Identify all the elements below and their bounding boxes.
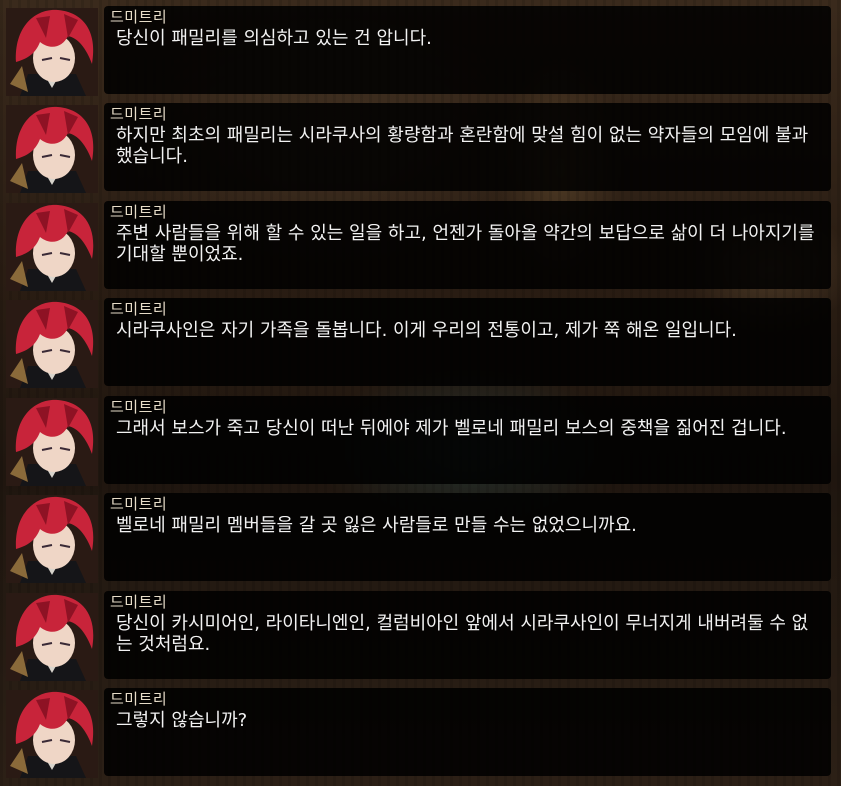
dialogue-entry: 드미트리 당신이 패밀리를 의심하고 있는 건 압니다. [0, 6, 841, 98]
speaker-name: 드미트리 [110, 8, 168, 26]
speaker-portrait [6, 495, 98, 583]
dialogue-bubble: 드미트리 주변 사람들을 위해 할 수 있는 일을 하고, 언젠가 돌아올 약간… [104, 201, 831, 289]
speaker-portrait [6, 8, 98, 96]
dialogue-text: 하지만 최초의 패밀리는 시라쿠사의 황량함과 혼란함에 맞설 힘이 없는 약자… [116, 125, 809, 167]
speaker-portrait [6, 593, 98, 681]
dialogue-log[interactable]: 드미트리 당신이 패밀리를 의심하고 있는 건 압니다. 드미트리 하지만 최초… [0, 0, 841, 786]
dialogue-bubble: 드미트리 당신이 카시미어인, 라이타니엔인, 컬럼비아인 앞에서 시라쿠사인이… [104, 591, 831, 679]
dialogue-bubble: 드미트리 시라쿠사인은 자기 가족을 돌봅니다. 이게 우리의 전통이고, 제가… [104, 298, 831, 386]
speaker-portrait [6, 398, 98, 486]
dialogue-text: 당신이 카시미어인, 라이타니엔인, 컬럼비아인 앞에서 시라쿠사인이 무너지게… [116, 613, 809, 655]
speaker-name: 드미트리 [110, 398, 168, 416]
speaker-name: 드미트리 [110, 495, 168, 513]
dialogue-entry: 드미트리 주변 사람들을 위해 할 수 있는 일을 하고, 언젠가 돌아올 약간… [0, 201, 841, 293]
speaker-name: 드미트리 [110, 105, 168, 123]
dialogue-text: 그렇지 않습니까? [116, 710, 248, 731]
speaker-name: 드미트리 [110, 300, 168, 318]
dialogue-entry: 드미트리 시라쿠사인은 자기 가족을 돌봅니다. 이게 우리의 전통이고, 제가… [0, 298, 841, 390]
dialogue-entry: 드미트리 벨로네 패밀리 멤버들을 갈 곳 잃은 사람들로 만들 수는 없었으니… [0, 493, 841, 585]
dialogue-entry: 드미트리 그래서 보스가 죽고 당신이 떠난 뒤에야 제가 벨로네 패밀리 보스… [0, 396, 841, 488]
dialogue-bubble: 드미트리 하지만 최초의 패밀리는 시라쿠사의 황량함과 혼란함에 맞설 힘이 … [104, 103, 831, 191]
dialogue-entry: 드미트리 하지만 최초의 패밀리는 시라쿠사의 황량함과 혼란함에 맞설 힘이 … [0, 103, 841, 195]
dialogue-bubble: 드미트리 그렇지 않습니까? [104, 688, 831, 776]
dialogue-text: 벨로네 패밀리 멤버들을 갈 곳 잃은 사람들로 만들 수는 없었으니까요. [116, 515, 637, 536]
speaker-portrait [6, 690, 98, 778]
dialogue-text: 당신이 패밀리를 의심하고 있는 건 압니다. [116, 28, 432, 49]
speaker-name: 드미트리 [110, 203, 168, 221]
speaker-portrait [6, 203, 98, 291]
speaker-portrait [6, 105, 98, 193]
speaker-name: 드미트리 [110, 690, 168, 708]
speaker-name: 드미트리 [110, 593, 168, 611]
dialogue-bubble: 드미트리 당신이 패밀리를 의심하고 있는 건 압니다. [104, 6, 831, 94]
dialogue-entry: 드미트리 그렇지 않습니까? [0, 688, 841, 780]
dialogue-text: 그래서 보스가 죽고 당신이 떠난 뒤에야 제가 벨로네 패밀리 보스의 중책을… [116, 418, 787, 439]
dialogue-text: 시라쿠사인은 자기 가족을 돌봅니다. 이게 우리의 전통이고, 제가 쭉 해온… [116, 320, 737, 341]
dialogue-bubble: 드미트리 그래서 보스가 죽고 당신이 떠난 뒤에야 제가 벨로네 패밀리 보스… [104, 396, 831, 484]
dialogue-entry: 드미트리 당신이 카시미어인, 라이타니엔인, 컬럼비아인 앞에서 시라쿠사인이… [0, 591, 841, 683]
dialogue-text: 주변 사람들을 위해 할 수 있는 일을 하고, 언젠가 돌아올 약간의 보답으… [116, 223, 815, 265]
dialogue-bubble: 드미트리 벨로네 패밀리 멤버들을 갈 곳 잃은 사람들로 만들 수는 없었으니… [104, 493, 831, 581]
speaker-portrait [6, 300, 98, 388]
